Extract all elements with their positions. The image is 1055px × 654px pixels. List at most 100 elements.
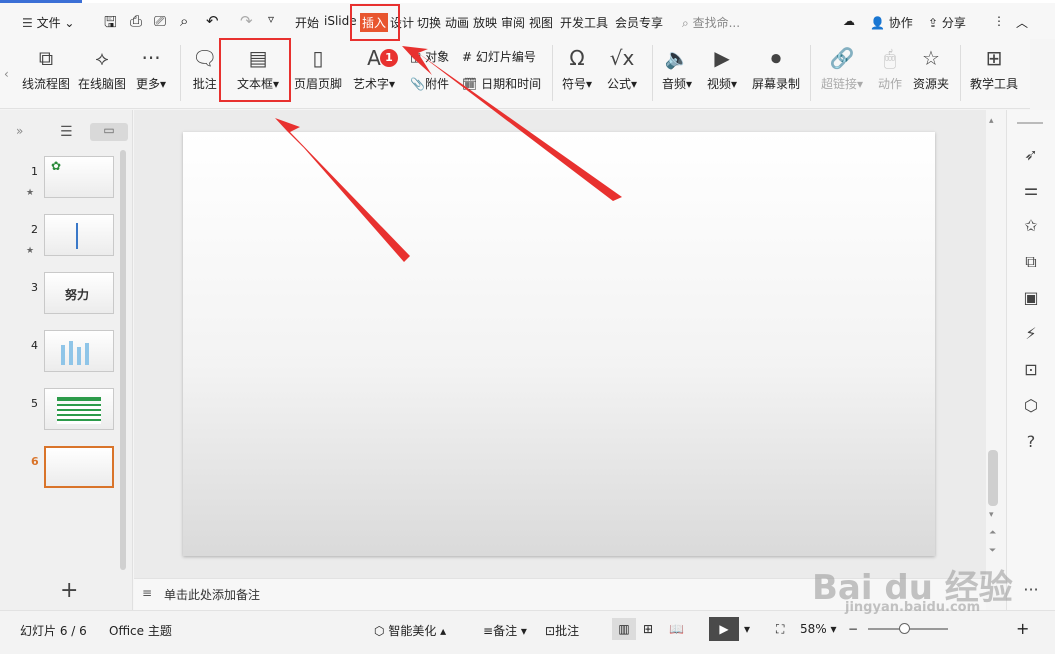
prev-slide-icon[interactable]: ⏶	[989, 528, 996, 538]
tab-view[interactable]: 视图	[529, 14, 553, 31]
tab-member[interactable]: 会员专享	[615, 14, 663, 31]
cloud-sync-icon[interactable]: ☁	[843, 14, 855, 28]
share-button[interactable]: ⇪ 分享	[928, 14, 966, 31]
sliders-icon[interactable]: ⚌	[1021, 180, 1041, 200]
zoom-level[interactable]: 58% ▾	[800, 622, 837, 636]
formula-icon: √x	[609, 46, 635, 70]
slide-number: 3	[31, 281, 38, 294]
tab-transition[interactable]: 切换	[417, 14, 441, 31]
sorter-view-icon[interactable]: ⊞	[643, 622, 653, 636]
lightning-icon[interactable]: ⚡	[1021, 324, 1041, 344]
notes-toggle-icon: ≡	[483, 624, 494, 638]
mindmap-icon: ⟡	[95, 46, 109, 70]
zoom-slider-handle[interactable]	[899, 623, 910, 634]
more-horizontal-icon[interactable]: ···	[1021, 580, 1041, 600]
redo-icon[interactable]: ↷	[240, 12, 253, 30]
file-menu[interactable]: ☰ 文件 ⌄	[22, 14, 74, 31]
mindmap-button[interactable]: ⟡ 在线脑图	[78, 45, 126, 92]
more-vertical-icon[interactable]: ⋮	[993, 14, 1005, 28]
slide-number-button[interactable]: # 幻灯片编号	[462, 48, 536, 65]
slide-thumbnail-3[interactable]: 努力	[44, 272, 114, 314]
slide-number: 1	[31, 165, 38, 178]
object-icon: ◫	[410, 50, 422, 64]
scroll-down-icon[interactable]: ▾	[989, 510, 994, 520]
expand-panel-icon[interactable]: »	[16, 124, 23, 138]
slide-thumbnail-6[interactable]	[44, 446, 114, 488]
status-bar: 幻灯片 6 / 6 Office 主题 ⬡ 智能美化 ▴ ≡备注 ▾ ⊡批注 ▥…	[0, 610, 1055, 654]
formula-button[interactable]: √x 公式▾	[607, 45, 637, 92]
export-icon[interactable]: ⎙	[130, 12, 142, 30]
convert-icon[interactable]: ⧉	[1021, 252, 1041, 272]
slide-view-icon[interactable]: ▭	[90, 123, 128, 141]
scroll-up-icon[interactable]: ▴	[989, 116, 994, 126]
rocket-icon[interactable]: ➶	[1021, 145, 1041, 165]
smart-beautify-button[interactable]: ⬡ 智能美化 ▴	[374, 622, 446, 639]
cube-icon[interactable]: ⬡	[1021, 396, 1041, 416]
slide-thumbnail-1[interactable]: ✿	[44, 156, 114, 198]
video-button[interactable]: ▶ 视频▾	[707, 45, 737, 92]
object-button[interactable]: ◫ 对象	[410, 48, 449, 65]
add-slide-icon[interactable]: +	[60, 578, 78, 603]
normal-view-icon[interactable]: ▥	[612, 618, 636, 640]
undo-icon[interactable]: ↶	[206, 12, 219, 30]
notes-icon: ≡	[142, 586, 153, 600]
ribbon-divider	[810, 45, 811, 101]
action-button[interactable]: 🖱 动作	[878, 45, 902, 92]
slide-thumbnail-5[interactable]	[44, 388, 114, 430]
tab-home[interactable]: 开始	[295, 14, 319, 31]
ribbon-scroll-left-icon[interactable]: ‹	[4, 67, 9, 81]
slide-thumbnail-4[interactable]	[44, 330, 114, 372]
screen-record-button[interactable]: ⏺ 屏幕录制	[752, 45, 800, 92]
help-icon[interactable]: ?	[1021, 432, 1041, 452]
step-badge-1: 1	[380, 49, 398, 67]
comment-button[interactable]: 🗨 批注	[192, 45, 217, 92]
tab-developer[interactable]: 开发工具	[560, 14, 608, 31]
symbol-button[interactable]: Ω 符号▾	[562, 45, 592, 92]
play-slideshow-button[interactable]: ▶	[709, 617, 739, 641]
flowchart-button[interactable]: ⧉ 线流程图	[22, 45, 70, 92]
tab-slideshow[interactable]: 放映	[473, 14, 497, 31]
save-icon[interactable]: 🖫	[104, 12, 117, 37]
tab-animation[interactable]: 动画	[445, 14, 469, 31]
book-search-icon[interactable]: ⊡	[1021, 360, 1041, 380]
outline-view-icon[interactable]: ☰	[60, 124, 73, 140]
zoom-out-icon[interactable]: −	[848, 622, 858, 636]
customize-icon[interactable]: ▿	[268, 12, 274, 26]
scroll-thumb[interactable]	[988, 450, 998, 506]
mouse-icon: 🖱	[884, 46, 896, 70]
slideshow-options-icon[interactable]: ▾	[744, 622, 750, 636]
speaker-icon: 🔈	[664, 46, 690, 70]
comments-toggle-button[interactable]: ⊡批注	[545, 622, 579, 639]
collapse-ribbon-icon[interactable]: ︿	[1016, 14, 1028, 31]
audio-button[interactable]: 🔈 音频▾	[662, 45, 692, 92]
print-icon[interactable]: ⎚	[154, 12, 166, 30]
fit-window-icon[interactable]: ⛶	[776, 622, 784, 637]
animation-star-icon: ★	[26, 246, 35, 256]
panel-scrollbar[interactable]	[120, 150, 126, 570]
preview-icon[interactable]: ⌕	[180, 12, 188, 30]
teaching-tools-button[interactable]: ⊞ 教学工具	[970, 45, 1018, 92]
current-slide[interactable]	[183, 132, 935, 556]
notes-toggle-button[interactable]: ≡备注 ▾	[483, 622, 527, 639]
slide-thumbnail-2[interactable]	[44, 214, 114, 256]
watermark-url: jingyan.baidu.com	[845, 600, 981, 615]
sparkle-star-icon[interactable]: ✩	[1021, 216, 1041, 236]
date-time-button[interactable]: 🗓 日期和时间	[462, 75, 541, 92]
theme-name[interactable]: Office 主题	[109, 622, 172, 639]
zoom-in-icon[interactable]: +	[1016, 619, 1029, 638]
screen-record-icon: ⏺	[771, 46, 781, 70]
image-tool-icon[interactable]: ▣	[1021, 288, 1041, 308]
next-slide-icon[interactable]: ⏷	[989, 546, 996, 556]
tab-review[interactable]: 审阅	[501, 14, 525, 31]
collab-button[interactable]: 👤 协作	[870, 14, 913, 31]
beautify-icon: ⬡	[374, 624, 385, 638]
hyperlink-button[interactable]: 🔗 超链接▾	[821, 45, 863, 92]
header-footer-button[interactable]: ▯ 页眉页脚	[294, 45, 342, 92]
more-button[interactable]: ··· 更多▾	[136, 45, 166, 92]
attachment-button[interactable]: 📎附件	[410, 75, 449, 92]
reading-view-icon[interactable]: 📖	[669, 622, 684, 636]
resources-button[interactable]: ☆ 资源夹	[913, 45, 949, 92]
search-box[interactable]: ⌕ 查找命...	[682, 14, 740, 31]
canvas-scrollbar[interactable]: ▴ ▾ ⏶ ⏷	[986, 110, 1002, 578]
star-folder-icon: ☆	[922, 46, 940, 70]
